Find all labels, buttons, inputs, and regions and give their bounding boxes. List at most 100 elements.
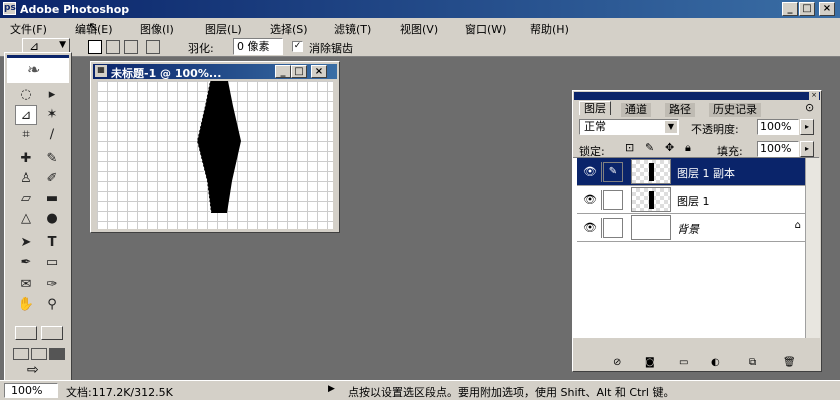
- gradient-tool-icon[interactable]: ▬: [41, 189, 63, 209]
- opacity-value: 100%: [760, 120, 792, 133]
- menu-window[interactable]: 窗口(W): [465, 21, 506, 37]
- status-arrow-icon[interactable]: ▶: [328, 384, 335, 394]
- polygonal-lasso-icon: ⊿: [29, 39, 40, 53]
- layer-row[interactable]: 👁︎ 背景 ⌂: [577, 214, 805, 242]
- panel-menu-icon[interactable]: ⊙: [805, 101, 814, 114]
- blend-mode-value: 正常: [584, 120, 606, 133]
- layer-link-icon[interactable]: [603, 190, 623, 210]
- eraser-tool-icon[interactable]: ▱: [15, 189, 37, 209]
- zoom-field[interactable]: 100%: [4, 383, 58, 398]
- app-title: Adobe Photoshop: [20, 3, 130, 16]
- tab-layers[interactable]: 图层: [579, 101, 611, 115]
- panel-footer: ⊘ ◙ ▭ ◐ ⧉ 🗑︎: [573, 357, 819, 371]
- stamp-tool-icon[interactable]: ♙: [15, 169, 37, 189]
- new-layer-icon[interactable]: ⧉: [749, 357, 756, 368]
- pen-tool-icon[interactable]: ✒: [15, 253, 37, 273]
- standard-mode-button[interactable]: [15, 326, 37, 340]
- tab-channels[interactable]: 通道: [621, 103, 651, 117]
- layer-style-icon[interactable]: ⊘: [613, 357, 621, 368]
- tab-paths[interactable]: 路径: [665, 103, 695, 117]
- doc-minimize-button[interactable]: _: [275, 65, 291, 78]
- dodge-tool-icon[interactable]: ●: [41, 209, 63, 229]
- close-button[interactable]: ×: [819, 2, 835, 16]
- slice-tool-icon[interactable]: ∕: [41, 125, 63, 145]
- new-set-icon[interactable]: ▭: [679, 357, 688, 368]
- selection-subtract-icon[interactable]: [124, 40, 138, 54]
- opacity-input[interactable]: 100%: [757, 119, 799, 135]
- app-titlebar: ps Adobe Photoshop _ □ ×: [0, 0, 840, 18]
- document-titlebar: ▦ 未标题-1 @ 100%... _ □ ×: [93, 64, 337, 80]
- feather-logo-icon: ❧: [27, 60, 41, 79]
- marquee-tool-icon[interactable]: ◌: [15, 85, 37, 105]
- doc-info: 文档:117.2K/312.5K: [66, 386, 173, 399]
- layer-link-icon[interactable]: [603, 218, 623, 238]
- lock-image-icon[interactable]: ✎: [645, 141, 654, 154]
- screen-mode-full-icon[interactable]: [49, 348, 65, 360]
- layer-row[interactable]: 👁︎ ✎ 图层 1 副本: [577, 158, 805, 186]
- eyedropper-tool-icon[interactable]: ✑: [41, 275, 63, 295]
- magic-wand-tool-icon[interactable]: ✶: [41, 105, 63, 125]
- quickmask-mode-button[interactable]: [41, 326, 63, 340]
- healing-brush-tool-icon[interactable]: ✚: [15, 149, 37, 169]
- notes-tool-icon[interactable]: ✉: [15, 275, 37, 295]
- visibility-eye-icon[interactable]: 👁︎: [579, 190, 602, 210]
- toolbox-modes: ⇨: [4, 320, 72, 382]
- menu-help[interactable]: 帮助(H): [530, 21, 569, 37]
- opacity-slider-button[interactable]: ▸: [800, 119, 814, 135]
- menu-select[interactable]: 选择(S): [270, 21, 308, 37]
- history-brush-tool-icon[interactable]: ✐: [41, 169, 63, 189]
- menu-image[interactable]: 图像(I): [140, 21, 174, 37]
- menu-file[interactable]: 文件(F): [10, 21, 47, 37]
- document-canvas[interactable]: [97, 81, 333, 229]
- tab-history[interactable]: 历史记录: [709, 103, 761, 117]
- layers-scrollbar[interactable]: [805, 158, 820, 338]
- menu-bar: 文件(F) 编辑(E) 图像(I) 图层(L) 选择(S) 滤镜(T) 视图(V…: [0, 18, 840, 37]
- lock-transparency-icon[interactable]: ⊡: [625, 141, 634, 154]
- lock-position-icon[interactable]: ✥: [665, 141, 674, 154]
- panel-titlebar: [574, 92, 820, 100]
- selection-new-icon[interactable]: [88, 40, 102, 54]
- layer-mask-icon[interactable]: ◙: [645, 357, 655, 368]
- tab-paths-label: 路径: [669, 103, 691, 116]
- type-tool-icon[interactable]: T: [41, 233, 63, 253]
- crop-tool-icon[interactable]: ⌗: [15, 125, 37, 145]
- menu-filter[interactable]: 滤镜(T): [334, 21, 371, 37]
- layer-name: 背景: [677, 223, 699, 236]
- feather-label: 羽化:: [188, 42, 214, 55]
- lasso-tool-icon[interactable]: ⊿: [15, 105, 37, 125]
- selection-add-icon[interactable]: [106, 40, 120, 54]
- screen-mode-standard-icon[interactable]: [13, 348, 29, 360]
- fill-slider-button[interactable]: ▸: [800, 141, 814, 157]
- status-hint: 点按以设置选区段点。要用附加选项，使用 Shift、Alt 和 Ctrl 键。: [348, 386, 675, 399]
- zoom-tool-icon[interactable]: ⚲: [41, 295, 63, 315]
- trash-icon[interactable]: 🗑︎: [783, 357, 796, 368]
- brush-tool-icon[interactable]: ✎: [41, 149, 63, 169]
- shape-tool-icon[interactable]: ▭: [41, 253, 63, 273]
- doc-close-button[interactable]: ×: [311, 65, 327, 78]
- visibility-eye-icon[interactable]: 👁︎: [579, 162, 602, 182]
- doc-maximize-button[interactable]: □: [291, 65, 307, 78]
- screen-mode-full-menu-icon[interactable]: [31, 348, 47, 360]
- visibility-eye-icon[interactable]: 👁︎: [579, 218, 602, 238]
- status-bar: 100% 文档:117.2K/312.5K ▶ 点按以设置选区段点。要用附加选项…: [0, 380, 840, 400]
- move-tool-icon[interactable]: ▸: [41, 85, 63, 105]
- panel-close-button[interactable]: ×: [809, 91, 819, 100]
- path-selection-tool-icon[interactable]: ➤: [15, 233, 37, 253]
- jump-to-imageready-icon[interactable]: ⇨: [27, 362, 39, 378]
- layer-name: 图层 1 副本: [677, 167, 735, 180]
- menu-view[interactable]: 视图(V): [400, 21, 438, 37]
- blur-tool-icon[interactable]: △: [15, 209, 37, 229]
- layer-row[interactable]: 👁︎ 图层 1: [577, 186, 805, 214]
- blend-mode-select[interactable]: 正常 ▼: [579, 119, 679, 135]
- minimize-button[interactable]: _: [782, 2, 798, 16]
- hand-tool-icon[interactable]: ✋: [15, 295, 37, 315]
- maximize-button[interactable]: □: [799, 2, 815, 16]
- adjustment-layer-icon[interactable]: ◐: [711, 357, 720, 368]
- feather-input[interactable]: 0 像素: [233, 38, 283, 55]
- lock-all-icon[interactable]: 🔒︎: [685, 141, 691, 155]
- fill-input[interactable]: 100%: [757, 141, 799, 157]
- antialias-checkbox[interactable]: ✓: [292, 41, 303, 52]
- brush-link-icon[interactable]: ✎: [603, 162, 623, 182]
- selection-intersect-icon[interactable]: [146, 40, 160, 54]
- menu-layer[interactable]: 图层(L): [205, 21, 242, 37]
